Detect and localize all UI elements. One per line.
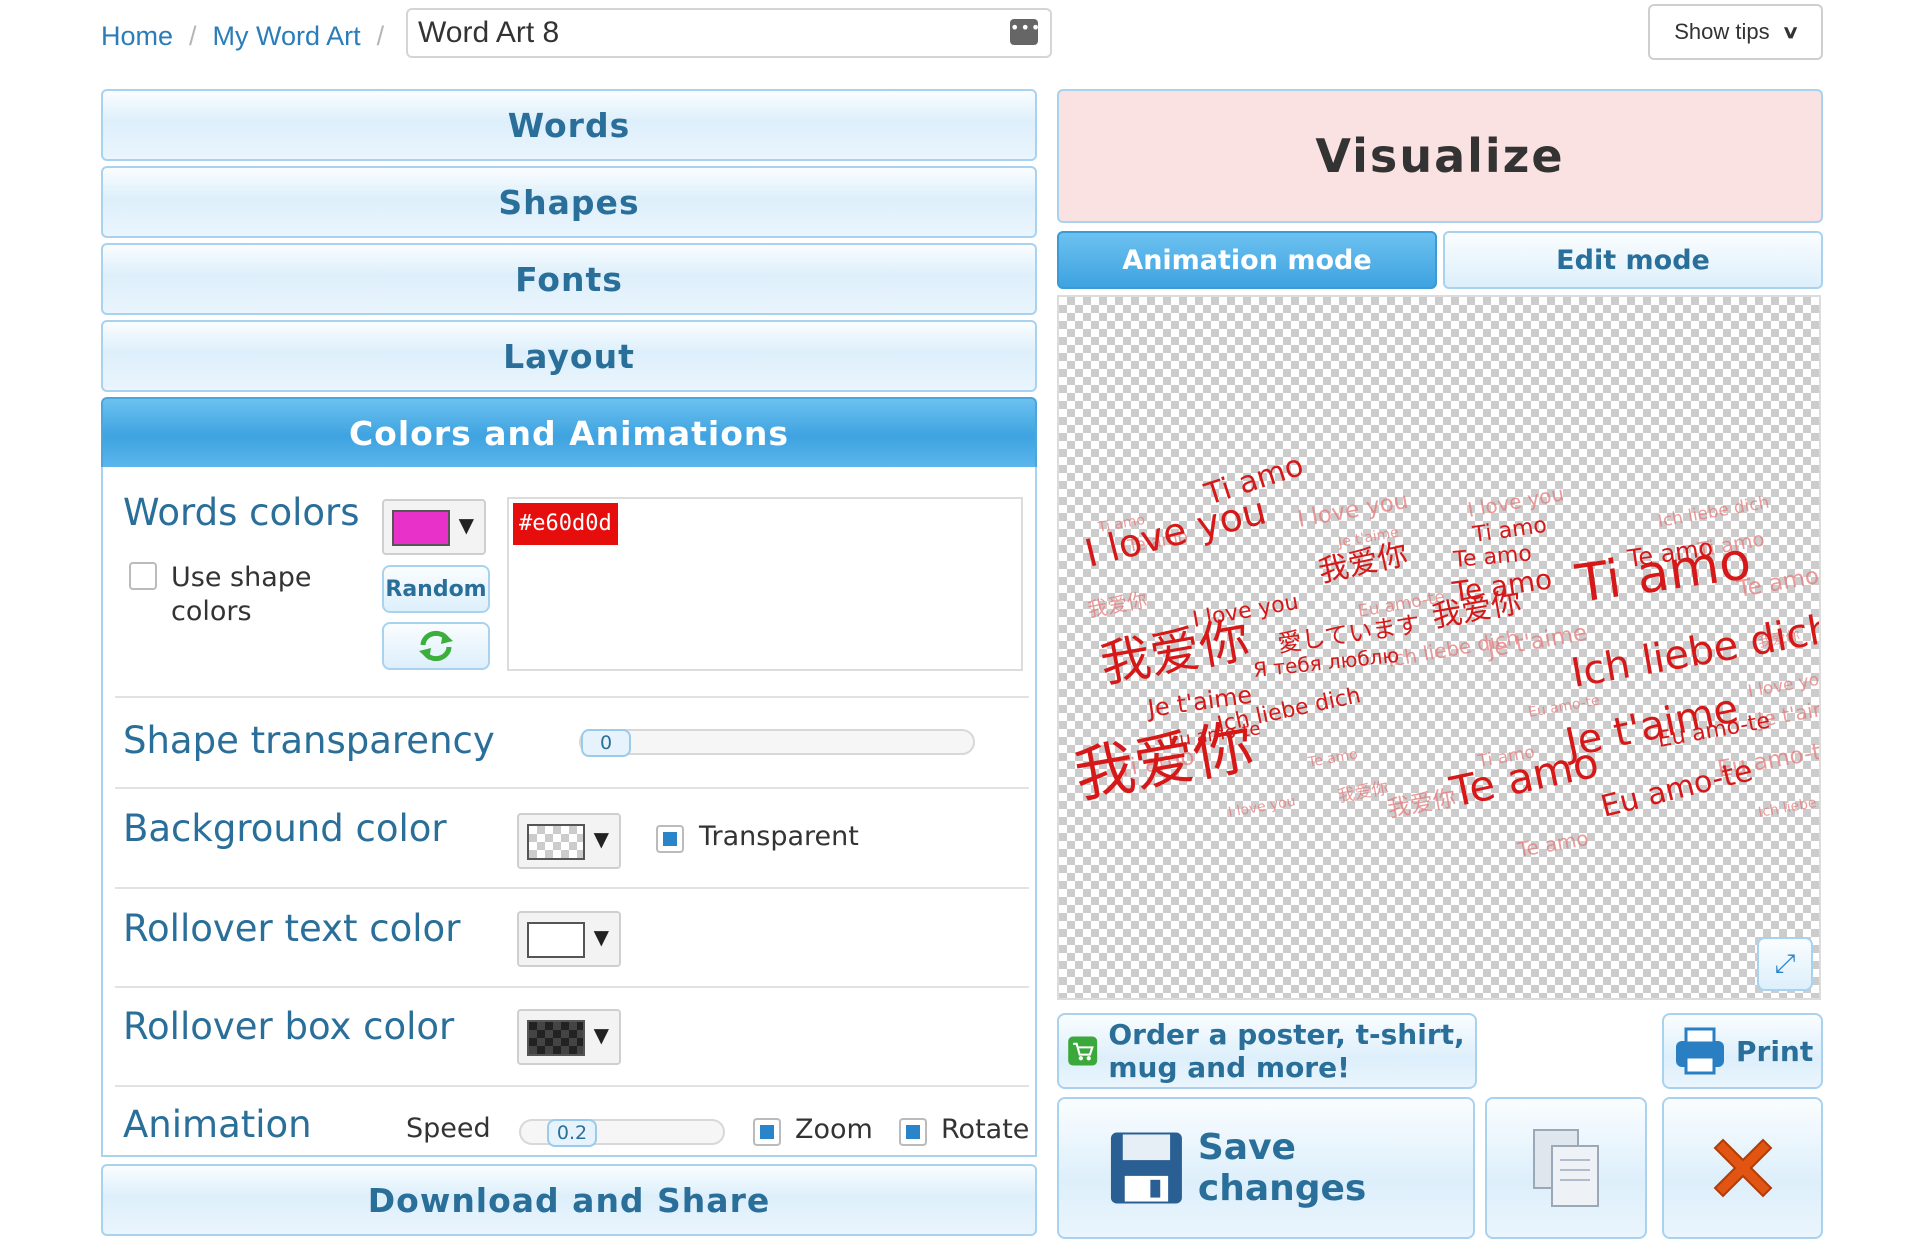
background-color-swatch: [527, 824, 585, 860]
breadcrumb-separator: /: [376, 20, 385, 51]
duplicate-button[interactable]: [1485, 1097, 1647, 1239]
color-chip[interactable]: #e60d0d: [513, 503, 618, 545]
word-cloud-word: I love you: [1466, 481, 1566, 522]
floppy-disk-icon: [1110, 1132, 1182, 1204]
word-cloud-word: 我爱你: [1315, 537, 1410, 590]
animation-speed-slider[interactable]: 0.2: [519, 1119, 725, 1147]
animation-mode-tab[interactable]: Animation mode: [1057, 231, 1437, 289]
show-tips-label: Show tips: [1674, 19, 1770, 44]
word-cloud-word: I love you: [1227, 793, 1297, 821]
shape-transparency-handle[interactable]: 0: [581, 729, 631, 757]
word-art-canvas[interactable]: Ti amo Te amo 我爱你 I love you Je t'aime Eu amo…: [1057, 295, 1821, 1000]
rollover-text-color-swatch: [527, 922, 585, 958]
caret-down-icon: ▼: [458, 513, 474, 537]
refresh-colors-button[interactable]: [382, 622, 490, 670]
fullscreen-button[interactable]: ⤢: [1757, 937, 1813, 991]
words-color-picker[interactable]: ▼: [382, 499, 486, 555]
word-cloud-word: 我爱你: [1386, 785, 1458, 823]
breadcrumb-home-link[interactable]: Home: [101, 21, 173, 52]
animation-label: Animation: [123, 1103, 312, 1146]
accordion-words[interactable]: Words: [101, 89, 1037, 161]
divider: [115, 696, 1029, 698]
accordion-colors-animations[interactable]: Colors and Animations: [101, 397, 1037, 469]
breadcrumb-separator: /: [189, 20, 197, 51]
accordion-layout[interactable]: Layout: [101, 320, 1037, 392]
word-cloud-word: 我爱你: [1336, 778, 1390, 807]
accordion-shapes[interactable]: Shapes: [101, 166, 1037, 238]
word-art-editor: Home / My Word Art / ••• Show tips ∨ Wor…: [0, 0, 1920, 1258]
caret-down-icon: ▼: [593, 925, 609, 949]
transparent-label: Transparent: [699, 821, 859, 852]
delete-button[interactable]: [1662, 1097, 1823, 1239]
use-shape-colors-label: Use shape colors: [171, 562, 312, 627]
words-colors-label: Words colors: [123, 491, 360, 534]
divider: [115, 986, 1029, 988]
chat-icon[interactable]: •••: [1010, 19, 1040, 45]
order-products-label: Order a poster, t-shirt, mug and more!: [1108, 1018, 1465, 1084]
colors-animations-panel: Words colors ▼ Use shape colors Random #…: [101, 467, 1037, 1157]
order-products-button[interactable]: Order a poster, t-shirt, mug and more!: [1057, 1013, 1477, 1089]
speed-label: Speed: [406, 1113, 491, 1144]
shape-transparency-slider[interactable]: 0: [579, 729, 975, 757]
rollover-text-color-picker[interactable]: ▼: [517, 911, 621, 967]
transparent-checkbox[interactable]: [656, 825, 684, 853]
breadcrumb-my-word-art-link[interactable]: My Word Art: [213, 21, 361, 52]
rollover-box-color-picker[interactable]: ▼: [517, 1009, 621, 1065]
title-field[interactable]: •••: [406, 8, 1052, 58]
word-cloud-word: Ich liebe dich: [1757, 789, 1821, 821]
word-cloud-word: Te amo: [1515, 826, 1591, 862]
word-cloud-word: Eu amo-te: [1597, 753, 1756, 824]
save-changes-label: Save changes: [1197, 1127, 1367, 1209]
copy-icon: [1533, 1129, 1599, 1207]
refresh-icon: [419, 630, 453, 662]
word-cloud-word: 我爱你: [1086, 588, 1149, 622]
use-shape-colors-checkbox[interactable]: [129, 562, 157, 590]
save-changes-button[interactable]: Save changes: [1057, 1097, 1475, 1239]
title-input[interactable]: [418, 16, 978, 50]
rollover-text-color-label: Rollover text color: [123, 907, 461, 950]
rotate-label: Rotate: [941, 1114, 1030, 1145]
accordion-fonts[interactable]: Fonts: [101, 243, 1037, 315]
shopping-cart-icon: [1068, 1036, 1098, 1066]
fullscreen-icon: ⤢: [1774, 948, 1796, 979]
chevron-down-icon: ∨: [1780, 21, 1800, 42]
words-color-list[interactable]: #e60d0d: [507, 497, 1023, 671]
rollover-box-color-label: Rollover box color: [123, 1005, 455, 1048]
shape-transparency-label: Shape transparency: [123, 719, 495, 762]
caret-down-icon: ▼: [593, 827, 609, 851]
word-cloud-word: Te amo: [1306, 746, 1359, 771]
zoom-checkbox[interactable]: [753, 1118, 781, 1146]
word-cloud-word: I love you: [1081, 488, 1271, 575]
animation-speed-handle[interactable]: 0.2: [547, 1119, 597, 1147]
background-color-label: Background color: [123, 807, 447, 850]
accordion-download-share[interactable]: Download and Share: [101, 1164, 1037, 1236]
words-color-swatch: [392, 510, 450, 546]
word-cloud-preview: Ti amoTe amo我爱你I love youJe t'aimeEu amo…: [1069, 448, 1821, 862]
show-tips-button[interactable]: Show tips ∨: [1648, 4, 1823, 60]
breadcrumb: Home / My Word Art /: [101, 14, 400, 58]
divider: [115, 787, 1029, 789]
divider: [115, 887, 1029, 889]
divider: [115, 1085, 1029, 1087]
background-color-picker[interactable]: ▼: [517, 813, 621, 869]
rotate-checkbox[interactable]: [899, 1118, 927, 1146]
word-cloud-word: Ich liebe dich: [1656, 493, 1770, 532]
print-button[interactable]: Print: [1662, 1013, 1823, 1089]
rollover-box-color-swatch: [527, 1020, 585, 1056]
zoom-label: Zoom: [795, 1114, 873, 1145]
random-colors-button[interactable]: Random: [382, 565, 490, 613]
word-cloud-word: I love you: [1746, 668, 1821, 702]
close-icon: [1713, 1138, 1772, 1198]
visualize-button[interactable]: Visualize: [1057, 89, 1823, 223]
caret-down-icon: ▼: [593, 1023, 609, 1047]
edit-mode-tab[interactable]: Edit mode: [1443, 231, 1823, 289]
printer-icon: [1676, 1027, 1724, 1075]
print-label: Print: [1736, 1034, 1814, 1068]
